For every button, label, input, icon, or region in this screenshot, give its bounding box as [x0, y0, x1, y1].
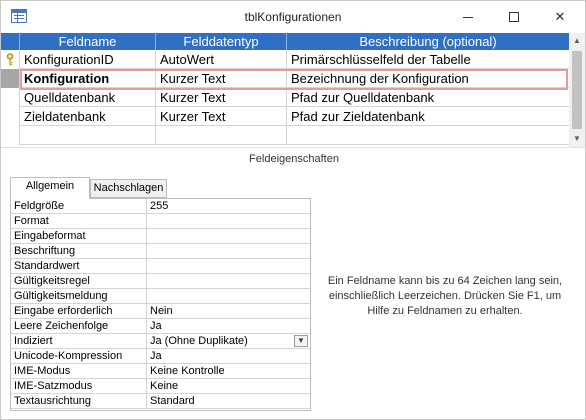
row-selector[interactable]	[1, 107, 20, 126]
field-row-selected[interactable]: Konfiguration Kurzer Text Bezeichnung de…	[1, 69, 569, 88]
property-label: Beschriftung	[11, 244, 147, 258]
property-row[interactable]: Indiziert Ja (Ohne Duplikate) ▼	[11, 334, 310, 349]
field-type-cell[interactable]: Kurzer Text	[156, 107, 287, 126]
property-label: Gültigkeitsmeldung	[11, 289, 147, 303]
property-row[interactable]: Eingabeformat	[11, 229, 310, 244]
property-label: IME-Modus	[11, 364, 147, 378]
row-selector[interactable]	[1, 126, 20, 145]
property-row[interactable]: Eingabe erforderlich Nein	[11, 304, 310, 319]
field-row[interactable]: KonfigurationID AutoWert Primärschlüssel…	[1, 50, 569, 69]
column-header-description[interactable]: Beschreibung (optional)	[287, 33, 569, 50]
property-row[interactable]: IME-Satzmodus Keine	[11, 379, 310, 394]
property-value[interactable]: Ja (Ohne Duplikate) ▼	[147, 334, 310, 348]
tab-lookup[interactable]: Nachschlagen	[90, 179, 167, 198]
property-value[interactable]: Keine Kontrolle	[147, 364, 310, 378]
property-value[interactable]: Ja	[147, 349, 310, 363]
property-value[interactable]: Standard	[147, 394, 310, 408]
field-type-cell[interactable]: Kurzer Text	[156, 69, 287, 88]
property-value[interactable]: Ja	[147, 319, 310, 333]
field-description-cell[interactable]: Pfad zur Quelldatenbank	[287, 88, 569, 107]
property-value[interactable]: 255	[147, 199, 310, 213]
property-row[interactable]: Unicode-Kompression Ja	[11, 349, 310, 364]
property-value[interactable]: Keine	[147, 379, 310, 393]
row-selector-header	[1, 33, 20, 50]
field-name-cell[interactable]: Konfiguration	[20, 69, 156, 88]
close-icon: ✕	[554, 9, 566, 24]
primary-key-icon	[6, 53, 14, 66]
property-label: Standardwert	[11, 259, 147, 273]
property-label: Textausrichtung	[11, 394, 147, 408]
property-value[interactable]: Nein	[147, 304, 310, 318]
field-name-cell[interactable]: Zieldatenbank	[20, 107, 156, 126]
property-label: Gültigkeitsregel	[11, 274, 147, 288]
row-selector[interactable]	[1, 88, 20, 107]
property-row[interactable]: Feldgröße 255	[11, 199, 310, 214]
field-description-cell[interactable]: Bezeichnung der Konfiguration	[287, 69, 569, 88]
field-properties-title: Feldeigenschaften	[249, 153, 339, 165]
property-row[interactable]: IME-Modus Keine Kontrolle	[11, 364, 310, 379]
row-selector[interactable]	[1, 69, 20, 88]
maximize-icon	[509, 12, 519, 22]
scroll-up-icon[interactable]: ▲	[569, 33, 585, 49]
table-design-window: tblKonfigurationen ✕ Feldname Felddatent…	[0, 0, 586, 420]
tab-general[interactable]: Allgemein	[10, 177, 90, 199]
property-label: Leere Zeichenfolge	[11, 319, 147, 333]
column-header-fieldname[interactable]: Feldname	[20, 33, 156, 50]
property-label: Feldgröße	[11, 199, 147, 213]
property-label: Unicode-Kompression	[11, 349, 147, 363]
pane-divider[interactable]	[1, 147, 585, 148]
title-bar[interactable]: tblKonfigurationen ✕	[1, 1, 585, 33]
field-row[interactable]: Quelldatenbank Kurzer Text Pfad zur Quel…	[1, 88, 569, 107]
field-type-cell[interactable]: AutoWert	[156, 50, 287, 69]
grid-scrollbar[interactable]: ▲ ▼	[569, 33, 585, 147]
field-description-cell[interactable]	[287, 126, 569, 145]
field-type-cell[interactable]: Kurzer Text	[156, 88, 287, 107]
row-selector[interactable]	[1, 50, 20, 69]
scroll-down-icon[interactable]: ▼	[569, 131, 585, 147]
field-name-cell[interactable]: KonfigurationID	[20, 50, 156, 69]
property-value[interactable]	[147, 244, 310, 258]
property-value-text: Ja (Ohne Duplikate)	[150, 335, 248, 347]
property-row[interactable]: Beschriftung	[11, 244, 310, 259]
property-label: Eingabe erforderlich	[11, 304, 147, 318]
property-label: Format	[11, 214, 147, 228]
chevron-down-icon[interactable]: ▼	[294, 335, 308, 347]
field-row[interactable]: Zieldatenbank Kurzer Text Pfad zur Zield…	[1, 107, 569, 126]
close-button[interactable]: ✕	[537, 1, 583, 33]
property-value[interactable]	[147, 259, 310, 273]
field-name-cell[interactable]	[20, 126, 156, 145]
property-row[interactable]: Leere Zeichenfolge Ja	[11, 319, 310, 334]
field-name-cell[interactable]: Quelldatenbank	[20, 88, 156, 107]
property-row[interactable]: Gültigkeitsmeldung	[11, 289, 310, 304]
column-header-datatype[interactable]: Felddatentyp	[156, 33, 287, 50]
field-description-cell[interactable]: Pfad zur Zieldatenbank	[287, 107, 569, 126]
property-row[interactable]: Format	[11, 214, 310, 229]
maximize-button[interactable]	[491, 1, 537, 33]
property-grid: Feldgröße 255 Format Eingabeformat Besch…	[10, 198, 311, 411]
property-label: Eingabeformat	[11, 229, 147, 243]
property-row[interactable]: Gültigkeitsregel	[11, 274, 310, 289]
help-text: Ein Feldname kann bis zu 64 Zeichen lang…	[327, 275, 563, 317]
scrollbar-thumb[interactable]	[572, 51, 582, 129]
property-value[interactable]	[147, 214, 310, 228]
property-value[interactable]	[147, 229, 310, 243]
property-label: Indiziert	[11, 334, 147, 348]
minimize-icon	[463, 17, 473, 18]
field-row-empty[interactable]	[1, 126, 569, 145]
minimize-button[interactable]	[445, 1, 491, 33]
property-value[interactable]	[147, 274, 310, 288]
field-description-cell[interactable]: Primärschlüsselfeld der Tabelle	[287, 50, 569, 69]
property-label: IME-Satzmodus	[11, 379, 147, 393]
field-type-cell[interactable]	[156, 126, 287, 145]
property-row[interactable]: Standardwert	[11, 259, 310, 274]
property-row[interactable]: Textausrichtung Standard	[11, 394, 310, 409]
property-value[interactable]	[147, 289, 310, 303]
